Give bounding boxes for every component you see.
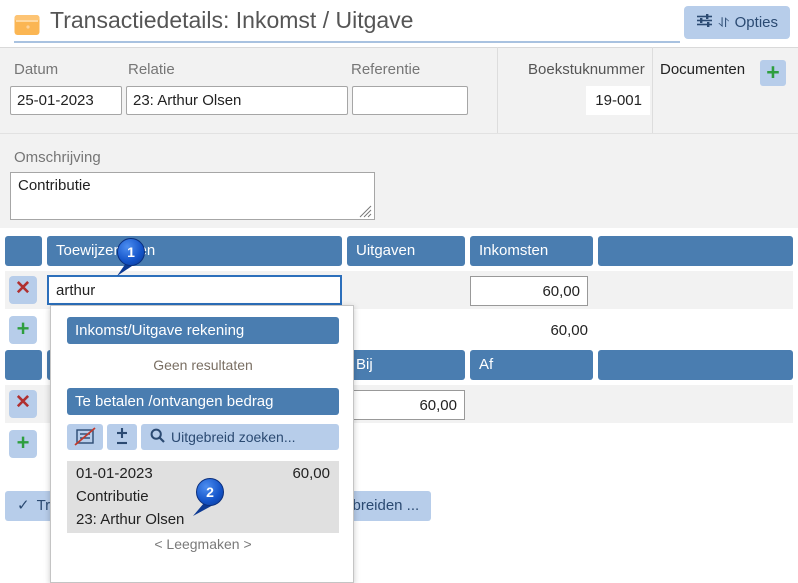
advanced-search-label: Uitgebreid zoeken... (171, 429, 296, 445)
search-icon (150, 428, 165, 446)
plus-minus-icon-button[interactable] (107, 424, 137, 450)
sliders-icon (696, 13, 713, 32)
title-bar: Transactiedetails: Inkomst / Uitgave ⥯ O… (0, 0, 798, 44)
panel-divider-1 (497, 47, 498, 133)
dropdown-no-results: Geen resultaten (153, 357, 253, 373)
dropdown-clear-button[interactable]: < Leegmaken > (67, 536, 339, 552)
check-icon: ✓ (17, 497, 30, 514)
callout-marker-1-label: 1 (117, 238, 145, 266)
grid-header-spacer-bottom (598, 350, 793, 380)
no-invoice-icon (74, 427, 96, 446)
relatie-input[interactable] (126, 86, 348, 115)
inkomsten-input-row-1[interactable] (470, 276, 588, 306)
result-amount: 60,00 (292, 465, 330, 482)
wallet-icon (14, 14, 40, 36)
title-divider (14, 41, 680, 43)
referentie-input[interactable] (352, 86, 468, 115)
options-button-label: Opties (734, 14, 778, 31)
delete-row-1-button[interactable]: ✕ (9, 276, 37, 304)
grid-header-actions-2 (5, 350, 42, 380)
inkomsten-total: 60,00 (550, 322, 588, 339)
add-row-button-2[interactable]: + (9, 430, 37, 458)
documenten-label: Documenten (660, 61, 746, 78)
bij-input-row-2[interactable] (347, 390, 465, 420)
grid-header-uitgaven: Uitgaven (347, 236, 465, 266)
result-description: Contributie (76, 488, 149, 505)
chevron-down-icon: ⥯ (718, 14, 729, 30)
toewijzing-input-row-1[interactable] (47, 275, 342, 305)
result-relation: 23: Arthur Olsen (76, 511, 185, 528)
plus-minus-icon (117, 428, 127, 445)
options-button[interactable]: ⥯ Opties (683, 6, 790, 39)
dropdown-section-accounts[interactable]: Inkomst/Uitgave rekening (67, 317, 339, 344)
autocomplete-dropdown: Inkomst/Uitgave rekening Geen resultaten… (50, 305, 354, 583)
page-title: Transactiedetails: Inkomst / Uitgave (50, 7, 414, 33)
add-document-button[interactable]: + (760, 60, 786, 86)
delete-row-2-button[interactable]: ✕ (9, 390, 37, 418)
boekstuknummer-label: Boekstuknummer (528, 61, 645, 78)
add-row-button-1[interactable]: + (9, 316, 37, 344)
grid-header-af: Af (470, 350, 593, 380)
datum-input[interactable] (10, 86, 122, 115)
grid-header-spacer-top (598, 236, 793, 266)
relatie-label: Relatie (128, 61, 175, 78)
dropdown-section-amounts[interactable]: Te betalen /ontvangen bedrag (67, 388, 339, 415)
callout-marker-2-label: 2 (196, 478, 224, 506)
grid-header-inkomsten: Inkomsten (470, 236, 593, 266)
grid-header-bij: Bij (347, 350, 465, 380)
advanced-search-button[interactable]: Uitgebreid zoeken... (141, 424, 339, 450)
no-invoice-icon-button[interactable] (67, 424, 103, 450)
omschrijving-label: Omschrijving (14, 149, 101, 166)
omschrijving-textarea[interactable] (10, 172, 375, 220)
referentie-label: Referentie (351, 61, 421, 78)
result-date: 01-01-2023 (76, 465, 153, 482)
datum-label: Datum (14, 61, 59, 78)
grid-header-actions (5, 236, 42, 266)
grid-header-toewijzeringen: Toewijzeringen (47, 236, 342, 266)
boekstuknummer-value: 19-001 (586, 86, 650, 115)
panel-divider-2 (652, 47, 653, 133)
